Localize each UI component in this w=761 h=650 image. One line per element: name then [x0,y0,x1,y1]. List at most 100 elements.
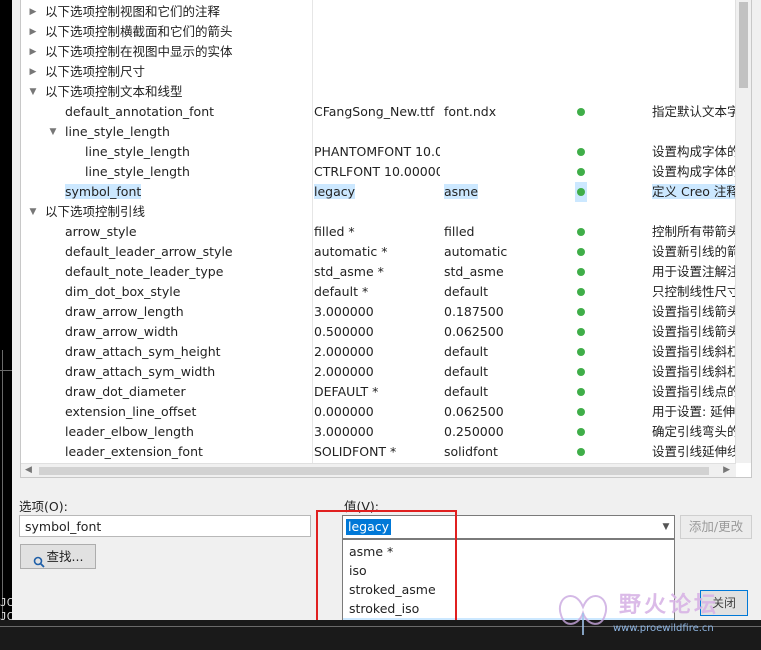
expand-right-icon[interactable]: ▶ [27,22,39,42]
option-description: 设置指引线斜杠 [652,364,736,379]
option-default-value: font.ndx [444,104,497,119]
option-current-value: legacy [314,184,356,199]
option-description: 设置新引线的箭 [652,244,736,259]
option-current-value: automatic * [314,244,388,259]
option-name: 以下选项控制横截面和它们的箭头 [45,24,233,39]
option-description: 用于设置注解注 [652,264,736,279]
option-current-value: CTRLFONT 10.000000 [314,164,440,179]
option-row[interactable]: draw_attach_sym_height 2.000000 default 设置指… [21,342,736,362]
option-description: 控制所有带箭头 [652,224,736,239]
option-row[interactable]: ▶ 以下选项控制视图和它们的注释 [21,2,736,22]
option-row[interactable]: default_annotation_font CFangSong_New.ttf… [21,102,736,122]
option-row[interactable]: ▶ 以下选项控制尺寸 [21,62,736,82]
status-dot-icon [575,102,587,122]
expand-right-icon[interactable]: ▶ [27,2,39,22]
option-name: 以下选项控制视图和它们的注释 [45,4,221,19]
option-row[interactable]: ▶ 以下选项控制在视图中显示的实体 [21,42,736,62]
status-dot-icon [575,182,587,202]
status-dot-icon [575,322,587,342]
option-description: 设置引线延伸线 [652,444,736,459]
option-default-value: 0.187500 [444,304,504,319]
option-name: dim_dot_box_style [65,284,181,299]
option-current-value: 2.000000 [314,344,374,359]
option-row[interactable]: draw_arrow_width 0.500000 0.062500 设置指引线箭头 [21,322,736,342]
option-current-value: 0.000000 [314,404,374,419]
dropdown-option[interactable]: asme * [343,542,674,561]
option-description: 设置构成字体的 [652,144,736,159]
option-current-value: filled * [314,224,355,239]
option-default-value: default [444,344,488,359]
option-default-value: asme [444,184,479,199]
scroll-left-icon[interactable]: ◀ [25,465,32,475]
status-dot-icon [575,302,587,322]
option-row[interactable]: ▶ 以下选项控制横截面和它们的箭头 [21,22,736,42]
option-description: 确定引线弯头的 [652,424,736,439]
option-name: arrow_style [65,224,137,239]
dropdown-option[interactable]: iso [343,561,674,580]
option-default-value: solidfont [444,444,498,459]
option-row[interactable]: line_style_length CTRLFONT 10.000000 设置构成字… [21,162,736,182]
status-dot-icon [575,142,587,162]
option-row[interactable]: arrow_style filled * filled 控制所有带箭头 [21,222,736,242]
option-row[interactable]: leader_elbow_length 3.000000 0.250000 确定引线弯… [21,422,736,442]
find-button[interactable]: 查找... [20,544,96,569]
status-dot-icon [575,442,587,462]
option-row[interactable]: leader_extension_font SOLIDFONT * solidfon… [21,442,736,462]
option-row[interactable]: symbol_font legacy asme 定义 Creo 注释 [21,182,736,202]
option-name: default_leader_arrow_style [65,244,233,259]
option-name: default_annotation_font [65,104,215,119]
watermark-logo-icon [558,595,608,635]
option-default-value: filled [444,224,475,239]
option-row[interactable]: line_style_length PHANTOMFONT 10.0 设置构成字体的 [21,142,736,162]
option-name: extension_line_offset [65,404,197,419]
option-current-value: 3.000000 [314,424,374,439]
status-dot-icon [575,422,587,442]
option-current-value: 3.000000 [314,304,374,319]
chevron-down-icon[interactable]: ▼ [658,516,674,538]
scroll-thumb[interactable] [739,2,748,88]
expand-down-icon[interactable]: ▼ [27,82,39,102]
vertical-scrollbar[interactable] [735,0,751,463]
option-name: 以下选项控制文本和线型 [45,84,183,99]
status-dot-icon [575,162,587,182]
option-row[interactable]: ▼ 以下选项控制文本和线型 [21,82,736,102]
option-current-value: 0.500000 [314,324,374,339]
value-combobox[interactable]: legacy ▼ [342,515,675,539]
option-name: line_style_length [65,124,170,139]
option-description: 设置构成字体的 [652,164,736,179]
option-row[interactable]: ▼ 以下选项控制引线 [21,202,736,222]
scroll-thumb[interactable] [39,467,709,475]
option-row[interactable]: draw_dot_diameter DEFAULT * default 设置指引线点的 [21,382,736,402]
option-row[interactable]: dim_dot_box_style default * default 只控制线性尺寸 [21,282,736,302]
value-label: 值(V): [344,499,380,514]
expand-right-icon[interactable]: ▶ [27,42,39,62]
horizontal-scrollbar[interactable]: ◀ ▶ [21,463,736,477]
option-description: 只控制线性尺寸 [652,284,736,299]
option-row[interactable]: extension_line_offset 0.000000 0.062500 用于设… [21,402,736,422]
add-change-button[interactable]: 添加/更改 [680,515,752,539]
option-name: draw_dot_diameter [65,384,186,399]
option-row[interactable]: default_leader_arrow_style automatic * aut… [21,242,736,262]
option-default-value: default [444,284,488,299]
status-dot-icon [575,362,587,382]
scroll-right-icon[interactable]: ▶ [723,465,730,475]
option-current-value: DEFAULT * [314,384,379,399]
option-row[interactable]: ▼ line_style_length [21,122,736,142]
option-description: 定义 Creo 注释 [652,182,736,202]
option-description: 设置指引线点的 [652,384,736,399]
option-row[interactable]: draw_arrow_length 3.000000 0.187500 设置指引线箭头 [21,302,736,322]
expand-down-icon[interactable]: ▼ [27,202,39,222]
options-tree-list[interactable]: ▶ 以下选项控制视图和它们的注释 ▶ 以下选项控制横截面和它们的箭头 ▶ 以下选项控制在视… [20,0,752,478]
search-icon [33,552,45,568]
option-label: 选项(O): [19,499,68,514]
option-current-value: PHANTOMFONT 10.0 [314,144,440,159]
option-row[interactable]: default_note_leader_type std_asme * std_as… [21,262,736,282]
option-description: 设置指引线斜杠 [652,344,736,359]
watermark: 野火论坛 www.proewildfire.cn [553,585,753,645]
option-name-input[interactable]: symbol_font [19,515,311,537]
expand-right-icon[interactable]: ▶ [27,62,39,82]
option-name: 以下选项控制在视图中显示的实体 [45,44,233,59]
expand-down-icon[interactable]: ▼ [47,122,59,142]
option-row[interactable]: draw_attach_sym_width 2.000000 default 设置指引… [21,362,736,382]
option-default-value: 0.250000 [444,424,504,439]
